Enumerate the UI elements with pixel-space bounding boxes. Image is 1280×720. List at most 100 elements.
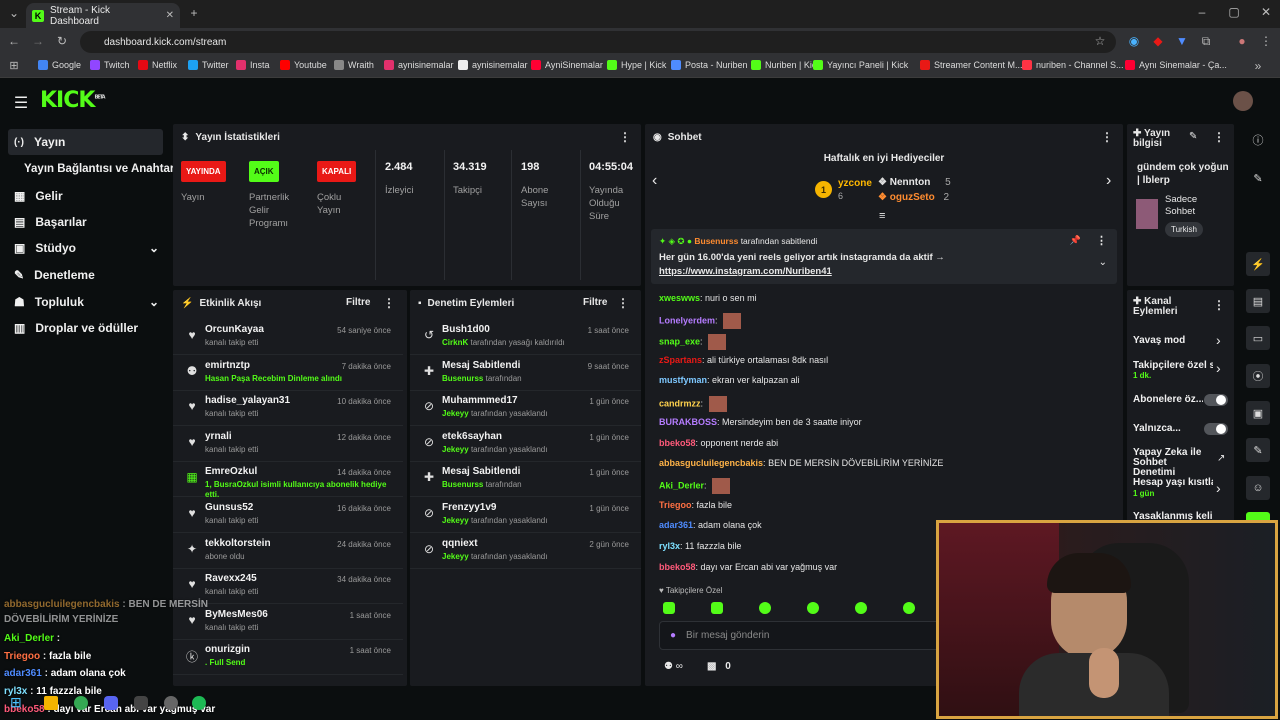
- external-link-icon[interactable]: ↗: [1217, 453, 1225, 464]
- subscribers-only-toggle[interactable]: [1204, 394, 1228, 406]
- moderation-row[interactable]: ⊘ Muhammmed17 1 gün önce Jekeyy tarafından …: [410, 391, 641, 427]
- activity-row[interactable]: ▦ EmreOzkul 14 dakika önce 1, BusraOzkul is…: [173, 462, 403, 499]
- document-icon[interactable]: ▤: [1246, 289, 1270, 313]
- sidebar-item-topluluk[interactable]: ☗ Topluluk ⌄: [8, 289, 163, 315]
- forward-icon[interactable]: →: [30, 34, 46, 48]
- chrome-icon[interactable]: [74, 696, 88, 710]
- sidebar-item-studyo[interactable]: ▣ Stüdyo ⌄: [8, 235, 163, 261]
- user-icon[interactable]: ☺: [1246, 476, 1270, 500]
- bookmark-item[interactable]: aynisinemalar: [384, 60, 454, 70]
- account-age-row[interactable]: Hesap yaşı kısıtla: [1133, 477, 1213, 488]
- bookmark-item[interactable]: Insta: [236, 60, 270, 70]
- moderation-row[interactable]: ✚ Mesaj Sabitlendi 1 gün önce Busenurss tar…: [410, 462, 641, 498]
- apps-grid-icon[interactable]: ⊞: [6, 59, 22, 72]
- edit-icon[interactable]: ✎: [1246, 166, 1270, 190]
- extensions-icon[interactable]: ⧉: [1198, 34, 1214, 49]
- info-icon[interactable]: ⓘ: [1246, 128, 1270, 152]
- bookmark-star-icon[interactable]: ☆: [1092, 34, 1108, 48]
- activity-username[interactable]: onurizgin: [205, 644, 250, 655]
- bookmark-item[interactable]: Yayıncı Paneli | Kick: [813, 60, 908, 70]
- wrench-icon[interactable]: ✎: [1246, 438, 1270, 462]
- moderation-row[interactable]: ✚ Mesaj Sabitlendi 9 saat önce Busenurss ta…: [410, 356, 641, 391]
- moderator-name[interactable]: Jekeyy: [442, 445, 469, 454]
- edit-icon[interactable]: ✎: [1189, 131, 1197, 142]
- bookmark-item[interactable]: Youtube: [280, 60, 327, 70]
- sidebar-item-basarilar[interactable]: ▤ Başarılar: [8, 209, 163, 235]
- activity-username[interactable]: Ravexx245: [205, 573, 257, 584]
- activity-username[interactable]: EmreOzkul: [205, 466, 257, 477]
- sidebar-item-yayin[interactable]: (·) Yayın: [8, 129, 163, 155]
- bookmark-item[interactable]: Nuriben | Kick: [751, 60, 821, 70]
- bookmark-item[interactable]: aynisinemalar: [458, 60, 528, 70]
- category-thumbnail[interactable]: [1136, 199, 1158, 229]
- emote-icon[interactable]: [663, 602, 675, 614]
- moderation-row[interactable]: ⊘ qqniext 2 gün önce Jekeyy tarafından yasa…: [410, 534, 641, 569]
- tab-list-icon[interactable]: ⌄: [6, 6, 22, 20]
- ai-moderation-row[interactable]: Yapay Zeka ile Sohbet Denetimi: [1133, 448, 1208, 478]
- chat-username[interactable]: Triegoo: [659, 500, 692, 510]
- kick-logo[interactable]: KICKBETA: [40, 88, 106, 113]
- activity-row[interactable]: ⓚ onurizgin 1 saat önce . Full Send: [173, 640, 403, 676]
- bookmark-item[interactable]: Wraith: [334, 60, 374, 70]
- chat-username[interactable]: snap_exe: [659, 336, 700, 346]
- more-options-icon[interactable]: ⋮: [1213, 130, 1225, 144]
- chat-username[interactable]: candrmzz: [659, 398, 701, 408]
- chat-icon[interactable]: ▭: [1246, 326, 1270, 350]
- moderation-target[interactable]: Mesaj Sabitlendi: [442, 360, 520, 371]
- chat-username[interactable]: adar361: [659, 520, 693, 530]
- minimize-icon[interactable]: –: [1194, 5, 1210, 19]
- new-tab-icon[interactable]: +: [186, 6, 202, 20]
- lightning-icon[interactable]: ⚡: [1246, 252, 1270, 276]
- activity-username[interactable]: ByMesMes06: [205, 609, 268, 620]
- activity-row[interactable]: ♥ OrcunKayaa 54 saniye önce kanalı takip et…: [173, 320, 403, 355]
- chat-username[interactable]: Lonelyerdem: [659, 315, 715, 325]
- microphone-icon[interactable]: ●: [670, 630, 676, 641]
- bookmark-item[interactable]: Google: [38, 60, 81, 70]
- sidebar-item-droplar[interactable]: ▥ Droplar ve ödüller: [8, 315, 163, 341]
- more-options-icon[interactable]: ⋮: [383, 296, 395, 310]
- close-window-icon[interactable]: ✕: [1258, 5, 1274, 19]
- moderation-target[interactable]: Bush1d00: [442, 324, 490, 335]
- profile-icon[interactable]: ●: [1234, 34, 1250, 48]
- chat-username[interactable]: Aki_Derler: [659, 480, 704, 490]
- discord-icon[interactable]: [104, 696, 118, 710]
- close-tab-icon[interactable]: ✕: [166, 10, 174, 21]
- top-gifter-name[interactable]: yzcone: [838, 178, 872, 189]
- pin-icon[interactable]: 📌: [1070, 235, 1081, 246]
- bookmark-item[interactable]: Twitter: [188, 60, 229, 70]
- moderation-row[interactable]: ⊘ Frenzyy1v9 1 gün önce Jekeyy tarafından y…: [410, 498, 641, 533]
- activity-row[interactable]: ♥ yrnali 12 dakika önce kanalı takip etti: [173, 427, 403, 462]
- emote-icon[interactable]: [807, 602, 819, 614]
- bookmark-item[interactable]: Posta - Nuriben: [671, 60, 748, 70]
- moderation-target[interactable]: Frenzyy1v9: [442, 502, 496, 513]
- bookmark-item[interactable]: Twitch: [90, 60, 130, 70]
- gifter-2[interactable]: ❖ Nennton 5: [878, 177, 951, 188]
- chat-input[interactable]: ● Bir mesaj gönderin: [659, 621, 949, 650]
- activity-row[interactable]: ⚉ emirtnztp 7 dakika önce Hasan Paşa Recebi…: [173, 356, 403, 391]
- url-field[interactable]: dashboard.kick.com/stream: [80, 31, 1116, 53]
- category-name[interactable]: Sadece Sohbet: [1165, 194, 1225, 218]
- moderator-name[interactable]: Jekeyy: [442, 516, 469, 525]
- moderation-target[interactable]: Mesaj Sabitlendi: [442, 466, 520, 477]
- moderation-row[interactable]: ↺ Bush1d00 1 saat önce CirknK tarafından ya…: [410, 320, 641, 355]
- save-icon[interactable]: ▣: [1246, 401, 1270, 425]
- activity-row[interactable]: ♥ Gunsus52 16 dakika önce kanalı takip etti: [173, 498, 403, 533]
- activity-username[interactable]: OrcunKayaa: [205, 324, 264, 335]
- more-options-icon[interactable]: ⋮: [617, 296, 629, 310]
- chat-username[interactable]: bbeko58: [659, 438, 696, 448]
- sidebar-item-denetleme[interactable]: ✎ Denetleme: [8, 262, 163, 288]
- chevron-right-icon[interactable]: ›: [1216, 332, 1221, 348]
- obs-icon[interactable]: [164, 696, 178, 710]
- filter-button[interactable]: Filtre: [583, 297, 607, 308]
- moderation-target[interactable]: etek6sayhan: [442, 431, 502, 442]
- more-options-icon[interactable]: ⋮: [1213, 298, 1225, 312]
- chat-username[interactable]: mustfyman: [659, 375, 707, 385]
- back-icon[interactable]: ←: [6, 34, 22, 48]
- pinned-user[interactable]: Busenurss: [694, 236, 738, 246]
- windows-start-icon[interactable]: ⊞: [10, 694, 30, 714]
- chevron-right-icon[interactable]: ›: [1216, 360, 1221, 376]
- chat-username[interactable]: zSpartans: [659, 355, 702, 365]
- bookmark-item[interactable]: nuriben - Channel S...: [1022, 60, 1124, 70]
- browser-tab[interactable]: K Stream - Kick Dashboard ✕: [26, 3, 180, 28]
- maximize-icon[interactable]: ▢: [1226, 5, 1242, 19]
